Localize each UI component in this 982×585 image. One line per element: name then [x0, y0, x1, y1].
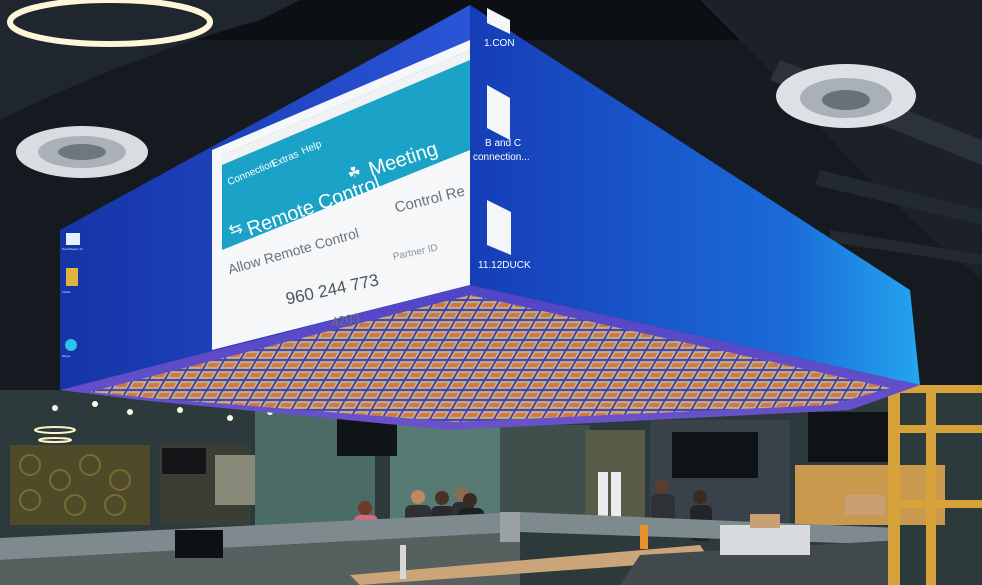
teamviewer-icon [66, 233, 80, 245]
folder-icon [66, 268, 78, 286]
file-label-bandc-2[interactable]: connection... [473, 152, 530, 163]
ceiling-diffuser-right [776, 64, 916, 128]
teamviewer-icon-label[interactable]: TeamViewer 13 [62, 247, 83, 251]
ceiling-diffuser-left [16, 126, 148, 178]
skype-icon [65, 339, 77, 351]
folder-icon-label[interactable]: Folder [62, 290, 71, 294]
file-label-1con[interactable]: 1.CON [484, 38, 515, 49]
wall-tv [808, 412, 890, 462]
photo-scene: Connection Extras Help Remote Control ⇆ … [0, 0, 982, 585]
kitchen-window [215, 455, 255, 505]
file-label-bandc[interactable]: B and C [485, 138, 521, 149]
file-label-duck[interactable]: 11.12DUCK [478, 260, 531, 271]
wall-tv [672, 432, 758, 478]
skype-icon-label[interactable]: Skype [62, 354, 70, 358]
monitor [175, 530, 223, 558]
scene-drawing [0, 0, 982, 585]
